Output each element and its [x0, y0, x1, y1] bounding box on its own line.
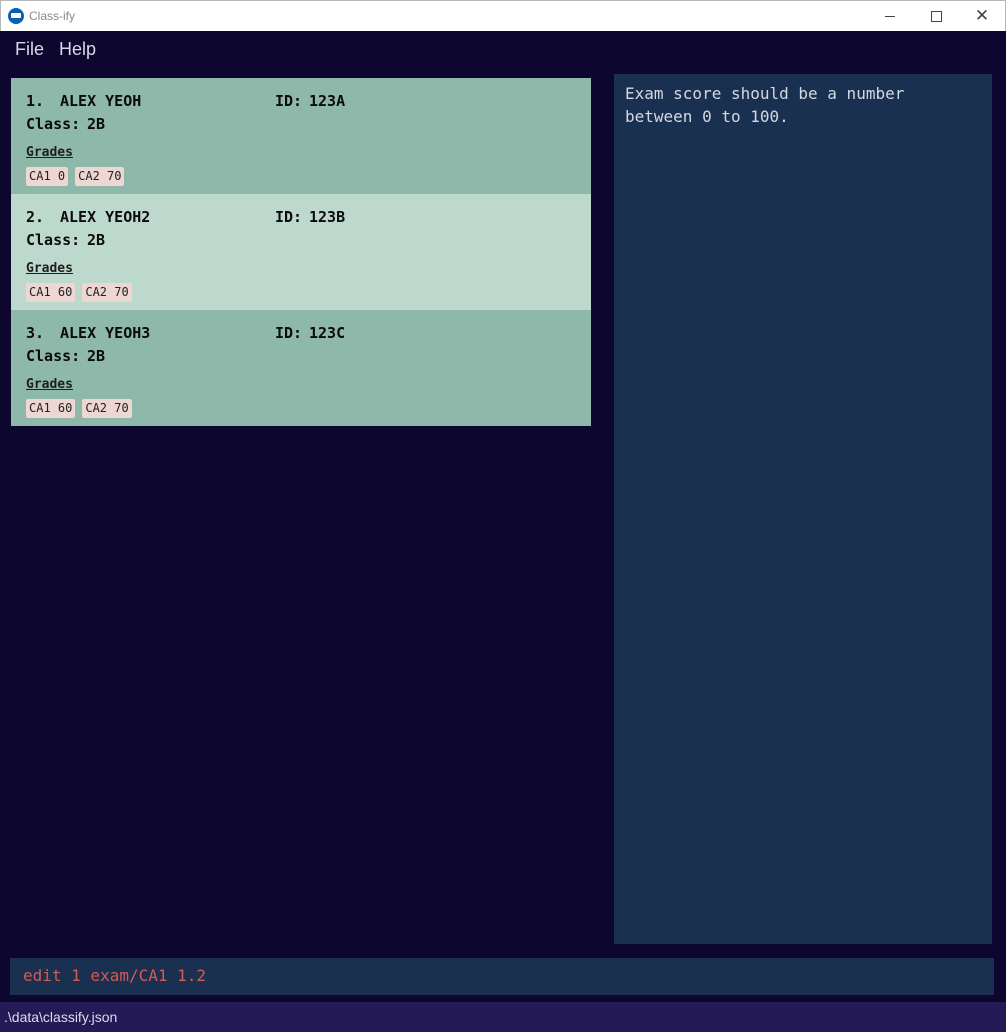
- student-id: 123C: [309, 324, 346, 342]
- result-display[interactable]: Exam score should be a number between 0 …: [614, 74, 992, 944]
- student-class-label: Class:: [26, 115, 81, 133]
- student-card[interactable]: 2. ALEX YEOH2 ID: 123B Class: 2B Grades …: [11, 194, 591, 310]
- grade-tag: CA1 60: [26, 283, 76, 302]
- grade-tags: CA1 60 CA2 70: [26, 283, 591, 302]
- menu-help[interactable]: Help: [59, 39, 96, 60]
- student-index: 2.: [26, 208, 45, 226]
- grade-tags: CA1 60 CA2 70: [26, 399, 591, 418]
- student-id-label: ID:: [275, 92, 303, 110]
- student-class-label: Class:: [26, 231, 81, 249]
- maximize-icon[interactable]: [913, 1, 959, 31]
- grade-tags: CA1 0 CA2 70: [26, 167, 591, 186]
- student-name: ALEX YEOH: [60, 92, 142, 110]
- student-id: 123A: [309, 92, 346, 110]
- student-id-label: ID:: [275, 208, 303, 226]
- student-index: 1.: [26, 92, 45, 110]
- student-class: 2B: [87, 347, 106, 365]
- grade-tag: CA2 70: [82, 283, 132, 302]
- student-class-label: Class:: [26, 347, 81, 365]
- student-class: 2B: [87, 231, 106, 249]
- student-id-label: ID:: [275, 324, 303, 342]
- grade-tag: CA2 70: [82, 399, 132, 418]
- student-index: 3.: [26, 324, 45, 342]
- student-name: ALEX YEOH2: [60, 208, 151, 226]
- save-file-path: .\data\classify.json: [4, 1009, 118, 1025]
- student-name: ALEX YEOH3: [60, 324, 151, 342]
- grade-tag: CA2 70: [75, 167, 125, 186]
- minimize-icon[interactable]: [867, 1, 913, 31]
- command-box[interactable]: [10, 958, 994, 995]
- window-title: Class-ify: [29, 9, 76, 23]
- grades-heading: Grades: [26, 145, 73, 160]
- student-card[interactable]: 1. ALEX YEOH ID: 123A Class: 2B Grades C…: [11, 78, 591, 194]
- result-message: Exam score should be a number between 0 …: [625, 84, 905, 126]
- grades-heading: Grades: [26, 261, 73, 276]
- close-icon[interactable]: ✕: [959, 1, 1005, 31]
- menu-file[interactable]: File: [15, 39, 44, 60]
- student-class: 2B: [87, 115, 106, 133]
- menu-bar: File Help: [0, 31, 1006, 66]
- student-list[interactable]: 1. ALEX YEOH ID: 123A Class: 2B Grades C…: [11, 78, 591, 426]
- student-card[interactable]: 3. ALEX YEOH3 ID: 123C Class: 2B Grades …: [11, 310, 591, 426]
- grade-tag: CA1 0: [26, 167, 69, 186]
- grade-tag: CA1 60: [26, 399, 76, 418]
- command-input[interactable]: [23, 966, 981, 985]
- graduation-cap-icon: [8, 8, 24, 24]
- student-id: 123B: [309, 208, 346, 226]
- title-bar: Class-ify ✕: [0, 0, 1006, 31]
- status-bar: .\data\classify.json: [0, 1002, 1006, 1032]
- grades-heading: Grades: [26, 377, 73, 392]
